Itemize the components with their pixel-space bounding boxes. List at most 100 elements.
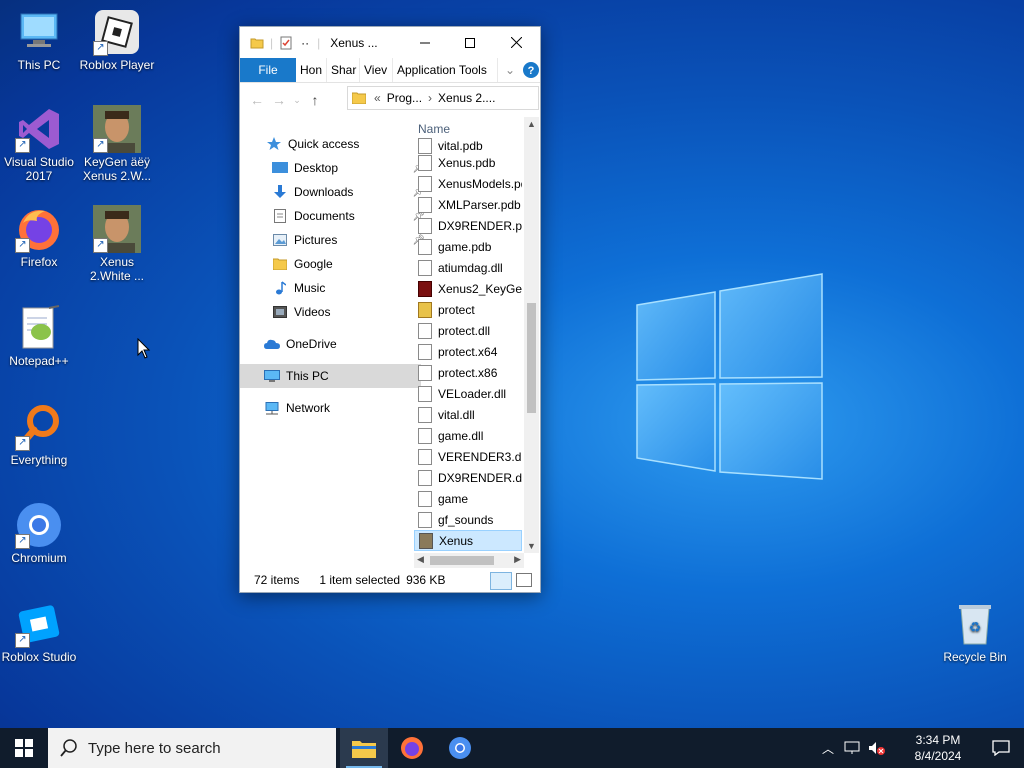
start-button[interactable]: [0, 728, 48, 768]
pdb-file-icon: [418, 196, 432, 213]
desktop-icon-label: Recycle Bin: [943, 650, 1007, 664]
file-row[interactable]: protect.x86: [414, 362, 522, 383]
nav-this-pc[interactable]: This PC: [240, 364, 421, 388]
file-icon: [418, 511, 432, 528]
file-row-selected[interactable]: Xenus: [414, 530, 522, 551]
forward-arrow-icon[interactable]: →: [268, 92, 290, 108]
shortcut-arrow-icon: ↗: [15, 238, 30, 253]
svg-text:♻: ♻: [969, 619, 982, 635]
action-center-button[interactable]: [978, 728, 1024, 768]
tab-view[interactable]: Viev: [360, 58, 393, 82]
scroll-right-arrow-icon[interactable]: ▶: [514, 554, 521, 565]
nav-quick-access[interactable]: Quick access: [240, 132, 423, 156]
desktop-icon-visual-studio[interactable]: ↗ Visual Studio 2017: [0, 105, 78, 183]
chromium-icon: [449, 737, 471, 759]
up-arrow-icon[interactable]: ↑: [304, 92, 326, 108]
taskbar-firefox[interactable]: [388, 728, 436, 768]
breadcrumb-program-files[interactable]: Prog...: [387, 91, 422, 105]
nav-onedrive[interactable]: OneDrive: [240, 332, 421, 356]
taskbar-file-explorer[interactable]: [340, 728, 388, 768]
nav-documents[interactable]: Documents 📌︎: [240, 204, 429, 228]
dll-file-icon: [418, 406, 432, 423]
file-row[interactable]: game: [414, 488, 522, 509]
tab-application-tools[interactable]: Application Tools: [393, 58, 498, 82]
desktop-icon-this-pc[interactable]: This PC: [0, 8, 78, 72]
file-row[interactable]: XMLParser.pdb: [414, 194, 522, 215]
desktop-icon-recycle-bin[interactable]: ♻ Recycle Bin: [936, 600, 1014, 664]
properties-icon[interactable]: [279, 36, 293, 50]
clock[interactable]: 3:34 PM 8/4/2024: [898, 732, 978, 764]
nav-videos[interactable]: Videos: [240, 300, 429, 324]
breadcrumb-separator[interactable]: ›: [428, 91, 432, 105]
file-row[interactable]: atiumdag.dll: [414, 257, 522, 278]
desktop-icon-firefox[interactable]: ↗ Firefox: [0, 205, 78, 269]
scroll-left-arrow-icon[interactable]: ◀: [417, 554, 424, 565]
nav-google[interactable]: Google: [240, 252, 429, 276]
file-row[interactable]: DX9RENDER.pdb: [414, 215, 522, 236]
file-explorer-icon: [352, 741, 376, 758]
file-explorer-window[interactable]: | ·· | Xenus ... File Hon Shar Viev Appl…: [239, 26, 541, 593]
tab-home[interactable]: Hon: [296, 58, 327, 82]
file-row[interactable]: Xenus.pdb: [414, 152, 522, 173]
address-bar[interactable]: « Prog... › Xenus 2....: [347, 86, 539, 110]
nav-network[interactable]: Network: [240, 396, 421, 420]
file-row[interactable]: gf_sounds: [414, 509, 522, 530]
file-row[interactable]: VELoader.dll: [414, 383, 522, 404]
folder-icon: [250, 38, 264, 48]
selection-size: 936 KB: [406, 573, 446, 587]
close-button[interactable]: [493, 27, 539, 58]
quick-access-overflow[interactable]: ··: [301, 36, 309, 50]
file-list[interactable]: Name vital.pdb Xenus.pdb XenusModels.pdb…: [414, 117, 524, 553]
desktop-icon-label: Visual Studio 2017: [4, 155, 74, 183]
scroll-up-arrow-icon[interactable]: ▲: [527, 119, 536, 129]
scrollbar-thumb[interactable]: [527, 303, 536, 413]
nav-music[interactable]: Music: [240, 276, 429, 300]
horizontal-scrollbar[interactable]: ◀ ▶: [414, 553, 524, 568]
file-row[interactable]: protect.x64: [414, 341, 522, 362]
file-row[interactable]: VERENDER3.dll: [414, 446, 522, 467]
breadcrumb-overflow[interactable]: «: [374, 91, 381, 105]
desktop-icon-chromium[interactable]: ↗ Chromium: [0, 501, 78, 565]
desktop-icon-roblox-studio[interactable]: ↗ Roblox Studio: [0, 600, 78, 664]
file-row[interactable]: Xenus2_KeyGen: [414, 278, 522, 299]
file-row[interactable]: protect: [414, 299, 522, 320]
file-row[interactable]: vital.dll: [414, 404, 522, 425]
help-button[interactable]: ?: [522, 58, 540, 82]
vertical-scrollbar[interactable]: ▲ ▼: [524, 117, 539, 553]
hscrollbar-thumb[interactable]: [430, 556, 494, 565]
file-row[interactable]: game.dll: [414, 425, 522, 446]
title-bar[interactable]: | ·· | Xenus ...: [240, 27, 540, 58]
taskbar-search-box[interactable]: Type here to search: [48, 728, 336, 768]
tab-file[interactable]: File: [240, 58, 296, 82]
file-row[interactable]: game.pdb: [414, 236, 522, 257]
show-hidden-icons-chevron-icon[interactable]: ︿: [822, 740, 834, 757]
scroll-down-arrow-icon[interactable]: ▼: [527, 541, 536, 551]
breadcrumb-xenus[interactable]: Xenus 2....: [438, 91, 495, 105]
folder-icon: [272, 257, 288, 271]
nav-pictures[interactable]: Pictures 📌︎: [240, 228, 429, 252]
file-icon: [418, 343, 432, 360]
desktop-icon-xenus[interactable]: ↗ Xenus 2.White ...: [78, 205, 156, 283]
network-icon[interactable]: [844, 741, 860, 755]
large-icons-view-icon[interactable]: [516, 573, 532, 587]
desktop-icon-keygen[interactable]: ↗ KeyGen äëÿ Xenus 2.W...: [78, 105, 156, 183]
back-arrow-icon[interactable]: ←: [246, 92, 268, 108]
windows-start-icon: [15, 739, 33, 757]
file-row[interactable]: DX9RENDER.dll: [414, 467, 522, 488]
file-row[interactable]: protect.dll: [414, 320, 522, 341]
desktop-icon-roblox-player[interactable]: ↗ Roblox Player: [78, 8, 156, 72]
file-row[interactable]: XenusModels.pdb: [414, 173, 522, 194]
nav-downloads[interactable]: Downloads 📌︎: [240, 180, 429, 204]
nav-desktop[interactable]: Desktop 📌︎: [240, 156, 429, 180]
column-header-name[interactable]: Name: [418, 122, 450, 136]
maximize-button[interactable]: [447, 27, 493, 58]
desktop-icon-notepadpp[interactable]: Notepad++: [0, 304, 78, 368]
minimize-button[interactable]: [402, 27, 448, 58]
desktop-icon-everything[interactable]: ↗ Everything: [0, 403, 78, 467]
tab-share[interactable]: Shar: [327, 58, 360, 82]
volume-muted-icon[interactable]: [868, 741, 886, 755]
recent-locations-chevron-icon[interactable]: ⌄: [290, 95, 304, 106]
expand-ribbon-chevron-icon[interactable]: ⌄: [498, 58, 522, 82]
taskbar-chromium[interactable]: [436, 728, 484, 768]
details-view-icon[interactable]: [490, 572, 512, 590]
